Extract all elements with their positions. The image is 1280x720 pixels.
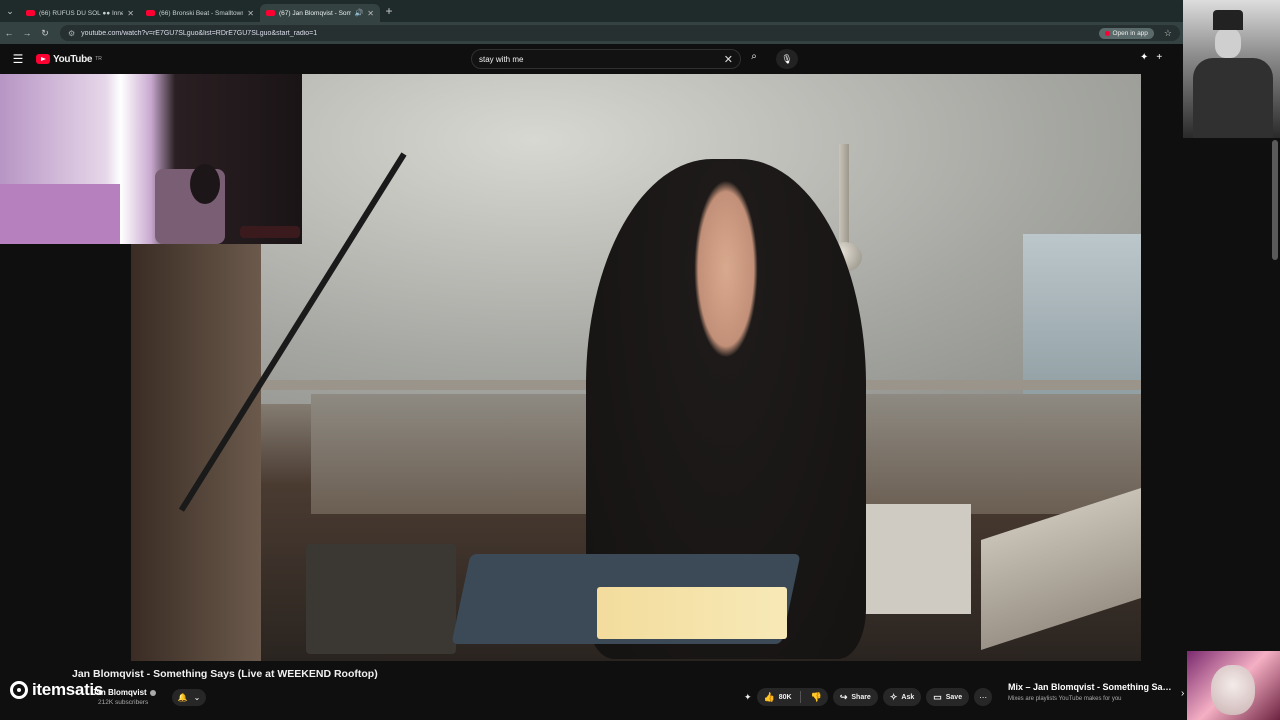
search-input[interactable]: stay with me — [479, 55, 724, 64]
ask-label: Ask — [901, 693, 915, 701]
voice-search-mic-icon[interactable]: 🎙 — [776, 49, 798, 69]
page-scrollbar[interactable] — [1272, 140, 1278, 260]
search-icon[interactable]: ⌕ — [745, 51, 763, 67]
more-options-icon[interactable]: ⋯ — [974, 688, 993, 706]
photo-face — [1215, 28, 1241, 58]
like-divider — [799, 691, 801, 703]
youtube-favicon-icon — [266, 10, 275, 16]
open-in-app-button[interactable]: Open in app — [1098, 27, 1154, 39]
youtube-wordmark: YouTube — [53, 53, 93, 65]
historical-photo-overlay — [1183, 0, 1280, 138]
video-controller-pads — [597, 587, 787, 639]
browser-tab-3-active[interactable]: (67) Jan Blomqvist - Something Says 🔊 ✕ — [260, 4, 380, 22]
country-code: TR — [95, 55, 102, 62]
itemsatis-logo-icon — [10, 681, 28, 699]
reload-icon[interactable]: ↻ — [36, 28, 54, 39]
address-bar[interactable]: ⚙ youtube.com/watch?v=rE7GU7SLguo&list=R… — [60, 25, 1180, 41]
subscriber-count: 212K subscribers — [98, 699, 149, 706]
channel-name[interactable]: Jan Blomqvist — [92, 688, 156, 697]
browser-tab-1[interactable]: (66) RÜFÜS DU SOL ●● Innerbloom ✕ — [20, 4, 140, 22]
webcam-microphone — [240, 226, 300, 238]
cat-overlay — [1187, 651, 1280, 720]
youtube-app-icon — [1104, 30, 1110, 36]
open-in-app-label: Open in app — [1112, 29, 1148, 37]
tab-close-icon[interactable]: ✕ — [247, 9, 254, 18]
tab-close-icon[interactable]: ✕ — [127, 9, 134, 18]
sparkle-icon: ✧ — [889, 691, 898, 702]
gemini-sparkle-icon[interactable]: ✦ — [744, 692, 752, 703]
hamburger-menu-icon[interactable]: ☰ — [0, 52, 36, 66]
url-text: youtube.com/watch?v=rE7GU7SLguo&list=RDr… — [81, 29, 318, 37]
gemini-sparkle-icon[interactable]: ✦ — [1140, 52, 1148, 63]
youtube-header: ☰ YouTube TR stay with me ✕ ⌕ 🎙 ✦ + — [0, 44, 1280, 74]
thumbs-up-icon[interactable]: 👍 — [764, 692, 775, 703]
webcam-overlay — [0, 74, 302, 244]
clear-search-icon[interactable]: ✕ — [724, 53, 733, 66]
like-dislike-button[interactable]: 👍 80K 👎 — [756, 688, 828, 706]
tab-title: (67) Jan Blomqvist - Something Says — [279, 9, 351, 17]
photo-hat — [1213, 10, 1243, 30]
verified-check-icon — [149, 689, 156, 696]
youtube-favicon-icon — [146, 10, 155, 16]
like-count: 80K — [778, 693, 792, 701]
share-button[interactable]: ↪ Share — [832, 688, 878, 706]
site-info-icon[interactable]: ⚙ — [68, 29, 75, 38]
save-button[interactable]: ▭ Save — [926, 688, 970, 706]
video-wall — [131, 244, 261, 661]
channel-name-text[interactable]: Jan Blomqvist — [92, 688, 147, 697]
ask-button[interactable]: ✧ Ask — [882, 688, 922, 706]
itemsatis-watermark: itemsatis — [10, 680, 103, 700]
create-plus-icon[interactable]: + — [1156, 52, 1162, 63]
browser-tab-strip: ⌄ (66) RÜFÜS DU SOL ●● Innerbloom ✕ (66)… — [0, 0, 1280, 22]
notification-bell-button[interactable]: 🔔 ⌄ — [172, 689, 206, 706]
back-arrow-icon[interactable]: ← — [0, 28, 18, 38]
youtube-play-icon — [36, 54, 50, 64]
chevron-right-icon[interactable]: › — [1181, 688, 1184, 699]
search-box[interactable]: stay with me ✕ — [471, 49, 741, 69]
video-title: Jan Blomqvist - Something Says (Live at … — [72, 668, 378, 680]
bookmark-star-icon[interactable]: ☆ — [1164, 28, 1172, 39]
new-tab-button[interactable]: + — [380, 4, 398, 18]
mix-title[interactable]: Mix – Jan Blomqvist - Something Says (Li… — [1008, 682, 1173, 692]
forward-arrow-icon[interactable]: → — [18, 28, 36, 38]
header-right-actions: ✦ + — [1140, 52, 1162, 63]
tab-search-icon[interactable]: ⌄ — [0, 0, 20, 22]
youtube-logo[interactable]: YouTube TR — [36, 54, 102, 65]
webcam-person — [190, 164, 220, 204]
mix-playlist-card[interactable]: Mix – Jan Blomqvist - Something Says (Li… — [1008, 682, 1188, 702]
browser-tab-2[interactable]: (66) Bronski Beat - Smalltown Boy ✕ — [140, 4, 260, 22]
share-label: Share — [851, 693, 871, 701]
share-arrow-icon: ↪ — [839, 691, 848, 702]
youtube-favicon-icon — [26, 10, 35, 16]
thumbs-down-icon[interactable]: 👎 — [805, 692, 828, 703]
tab-close-icon[interactable]: ✕ — [367, 9, 374, 18]
photo-coat — [1193, 58, 1273, 138]
cat-face — [1211, 665, 1255, 715]
video-mixer — [306, 544, 456, 654]
save-label: Save — [945, 693, 963, 701]
audio-playing-icon[interactable]: 🔊 — [355, 9, 364, 17]
chevron-down-icon: ⌄ — [193, 693, 201, 702]
tab-title: (66) Bronski Beat - Smalltown Boy — [159, 9, 244, 17]
video-actions: ✦ 👍 80K 👎 ↪ Share ✧ Ask ▭ Save ⋯ — [744, 688, 993, 706]
mix-subtitle: Mixes are playlists YouTube makes for yo… — [1008, 696, 1122, 702]
browser-toolbar: ← → ↻ ⚙ youtube.com/watch?v=rE7GU7SLguo&… — [0, 22, 1280, 44]
tab-title: (66) RÜFÜS DU SOL ●● Innerbloom — [39, 9, 124, 17]
webcam-bed — [0, 184, 120, 244]
bookmark-icon: ▭ — [933, 691, 942, 702]
bell-icon: 🔔 — [177, 693, 188, 702]
